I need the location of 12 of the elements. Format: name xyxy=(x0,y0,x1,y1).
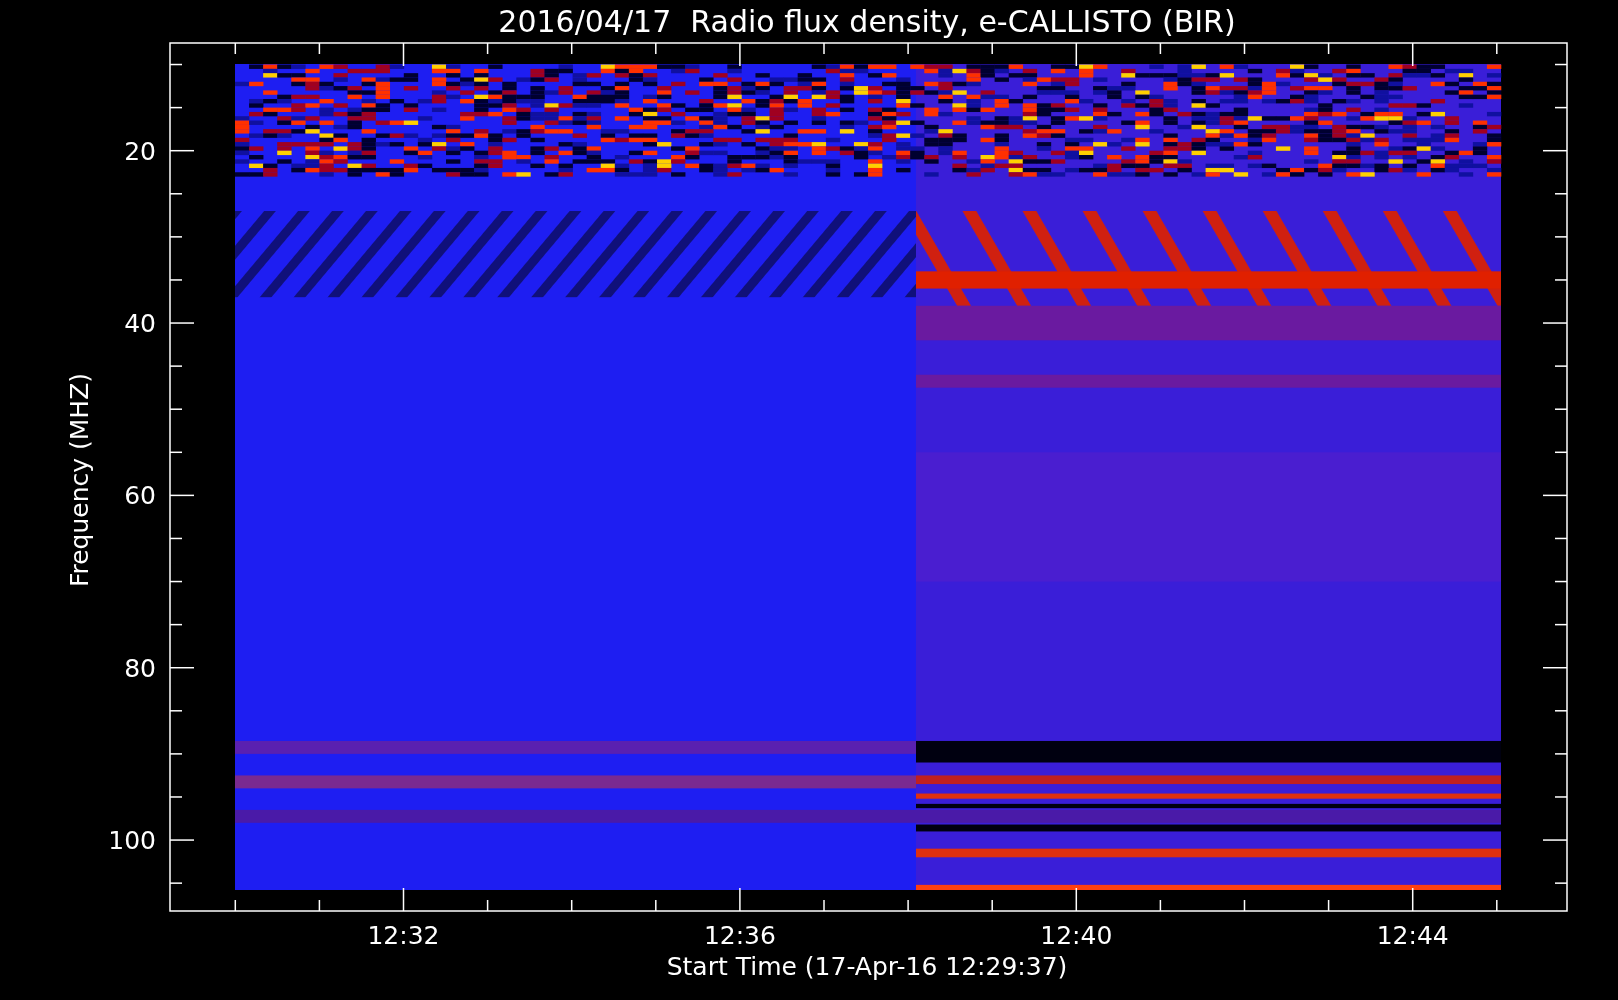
chart-title: 2016/04/17 Radio flux density, e-CALLISTO (BIR) xyxy=(498,4,1236,39)
x-tick-label: 12:44 xyxy=(1376,921,1449,950)
y-tick-label: 100 xyxy=(108,826,156,856)
x-tick-label: 12:40 xyxy=(1040,921,1113,950)
x-tick-label: 12:32 xyxy=(367,921,440,950)
y-tick-label: 40 xyxy=(124,309,156,339)
y-tick-label: 60 xyxy=(124,481,156,511)
y-tick-label: 80 xyxy=(124,653,156,683)
y-tick-label: 20 xyxy=(124,136,156,166)
x-tick-label: 12:36 xyxy=(703,921,776,950)
y-axis-label: Frequency (MHZ) xyxy=(65,372,94,588)
x-axis-label: Start Time (17-Apr-16 12:29:37) xyxy=(666,952,1068,981)
